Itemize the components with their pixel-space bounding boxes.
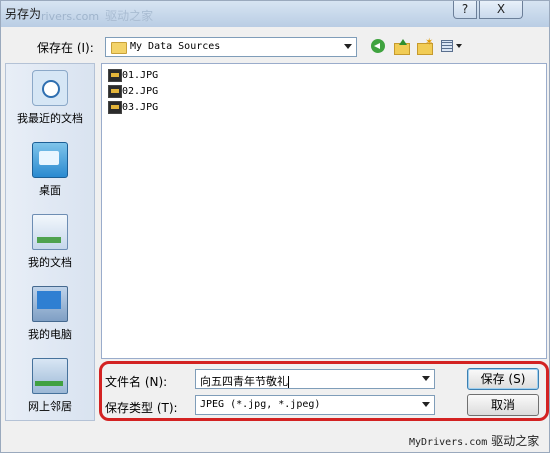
place-recent-documents[interactable]: 我最近的文档 — [6, 70, 94, 126]
brand-han: 驱动之家 — [491, 434, 540, 448]
file-name: 02.JPG — [122, 86, 159, 97]
places-bar: 我最近的文档 桌面 我的文档 我的电脑 网上邻居 — [5, 63, 95, 421]
sparkle-icon: ✶ — [425, 37, 434, 48]
desktop-icon — [32, 142, 68, 178]
place-label: 桌面 — [39, 184, 61, 197]
jpg-file-icon — [108, 69, 122, 82]
help-button[interactable]: ? — [453, 1, 477, 19]
folder-icon — [111, 42, 127, 54]
up-arrow-icon — [399, 39, 407, 45]
close-icon: X — [496, 2, 506, 16]
place-network[interactable]: 网上邻居 — [6, 358, 94, 414]
footer-brand: MyDrivers.com 驱动之家 — [409, 432, 539, 449]
place-label: 网上邻居 — [28, 400, 72, 413]
new-folder-icon[interactable]: ✶ — [417, 37, 434, 55]
my-documents-icon — [32, 214, 68, 250]
current-folder-name: My Data Sources — [130, 41, 221, 52]
network-places-icon — [32, 358, 68, 394]
up-folder-icon[interactable] — [394, 39, 410, 55]
close-button[interactable]: X — [479, 1, 523, 19]
watermark-latin: rivers.com — [41, 10, 100, 23]
help-icon: ? — [461, 2, 469, 16]
save-in-label: 保存在 (I): — [37, 41, 94, 55]
jpg-file-icon — [108, 101, 122, 114]
save-as-dialog: 另存为 rivers.com 驱动之家 ? X 保存在 (I): My Data … — [0, 0, 550, 453]
place-my-documents[interactable]: 我的文档 — [6, 214, 94, 270]
place-label: 我的文档 — [28, 256, 72, 269]
title-bar: 另存为 rivers.com 驱动之家 ? X — [1, 1, 549, 27]
file-name: 03.JPG — [122, 102, 159, 113]
views-chevron-down-icon — [456, 44, 462, 48]
place-my-computer[interactable]: 我的电脑 — [6, 286, 94, 342]
file-list[interactable]: 01.JPG 02.JPG 03.JPG — [101, 63, 547, 359]
views-menu-icon[interactable] — [441, 39, 465, 53]
back-arrow-icon[interactable] — [371, 39, 385, 53]
save-in-dropdown[interactable]: My Data Sources — [105, 37, 357, 57]
dialog-title: 另存为 — [5, 7, 42, 21]
jpg-file-icon — [108, 85, 122, 98]
place-label: 我最近的文档 — [17, 112, 83, 125]
recent-documents-icon — [32, 70, 68, 106]
my-computer-icon — [32, 286, 68, 322]
highlight-annotation — [99, 361, 549, 421]
brand-latin: MyDrivers.com — [409, 437, 488, 448]
file-name: 01.JPG — [122, 70, 159, 81]
place-label: 我的电脑 — [28, 328, 72, 341]
views-grid-icon — [441, 40, 453, 52]
title-watermark: rivers.com 驱动之家 — [41, 7, 153, 24]
chevron-down-icon[interactable] — [344, 44, 352, 49]
watermark-han: 驱动之家 — [105, 9, 154, 23]
place-desktop[interactable]: 桌面 — [6, 142, 94, 198]
